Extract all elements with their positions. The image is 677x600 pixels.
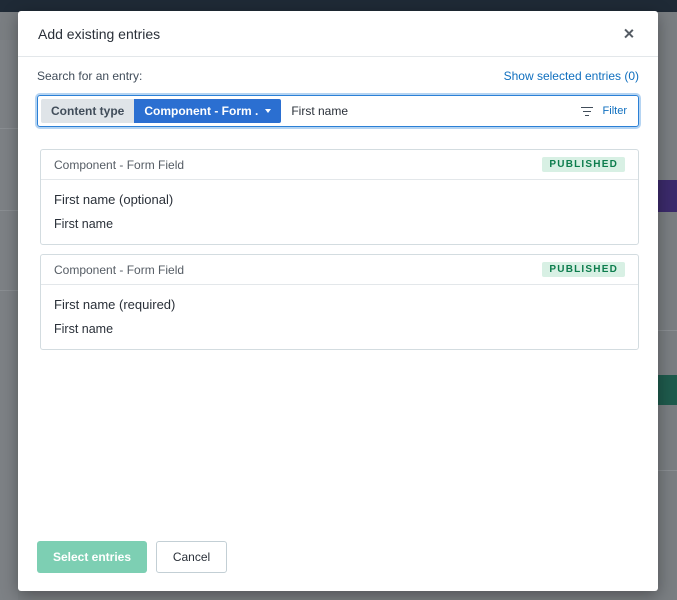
entry-card[interactable]: Component - Form Field PUBLISHED First n… — [40, 254, 639, 350]
select-entries-button[interactable]: Select entries — [37, 541, 147, 573]
entry-card-body: First name (required) First name — [41, 285, 638, 336]
search-bar[interactable]: Content type Component - Form ... Filter — [37, 95, 639, 127]
filter-icon — [580, 106, 593, 116]
background-divider — [658, 470, 677, 471]
content-type-value: Component - Form ... — [144, 104, 260, 118]
search-row: Search for an entry: Show selected entri… — [37, 69, 639, 83]
dialog-title: Add existing entries — [38, 25, 161, 42]
status-badge: PUBLISHED — [542, 262, 625, 277]
chevron-down-icon — [265, 109, 272, 113]
background-divider — [658, 330, 677, 331]
close-icon[interactable] — [620, 25, 638, 43]
show-selected-entries-link[interactable]: Show selected entries (0) — [504, 69, 639, 83]
background-green-block — [658, 375, 677, 405]
add-existing-entries-dialog: Add existing entries Search for an entry… — [18, 11, 658, 591]
entry-description: First name — [54, 322, 114, 336]
cancel-button[interactable]: Cancel — [156, 541, 227, 573]
background-divider — [0, 210, 18, 211]
background-divider — [0, 290, 18, 291]
entry-card-header: Component - Form Field PUBLISHED — [41, 150, 638, 180]
background-divider — [0, 128, 18, 129]
entry-description: First name — [54, 217, 114, 231]
entry-content-type: Component - Form Field — [54, 157, 185, 172]
dialog-header: Add existing entries — [18, 11, 658, 57]
background-left-panel — [0, 40, 18, 600]
entry-card-header: Component - Form Field PUBLISHED — [41, 255, 638, 285]
search-label: Search for an entry: — [37, 69, 143, 83]
entry-card[interactable]: Component - Form Field PUBLISHED First n… — [40, 149, 639, 245]
entry-title: First name (optional) — [54, 192, 174, 207]
content-type-pill-label[interactable]: Content type — [41, 99, 135, 123]
dialog-footer: Select entries Cancel — [37, 541, 227, 573]
entry-card-body: First name (optional) First name — [41, 180, 638, 231]
search-input[interactable] — [281, 99, 581, 123]
filter-button[interactable]: Filter — [580, 105, 635, 117]
filter-label: Filter — [602, 105, 627, 117]
status-badge: PUBLISHED — [542, 157, 625, 172]
background-purple-block — [658, 180, 677, 212]
content-type-dropdown[interactable]: Component - Form ... — [134, 99, 282, 123]
entry-title: First name (required) — [54, 297, 176, 312]
entry-content-type: Component - Form Field — [54, 262, 185, 277]
